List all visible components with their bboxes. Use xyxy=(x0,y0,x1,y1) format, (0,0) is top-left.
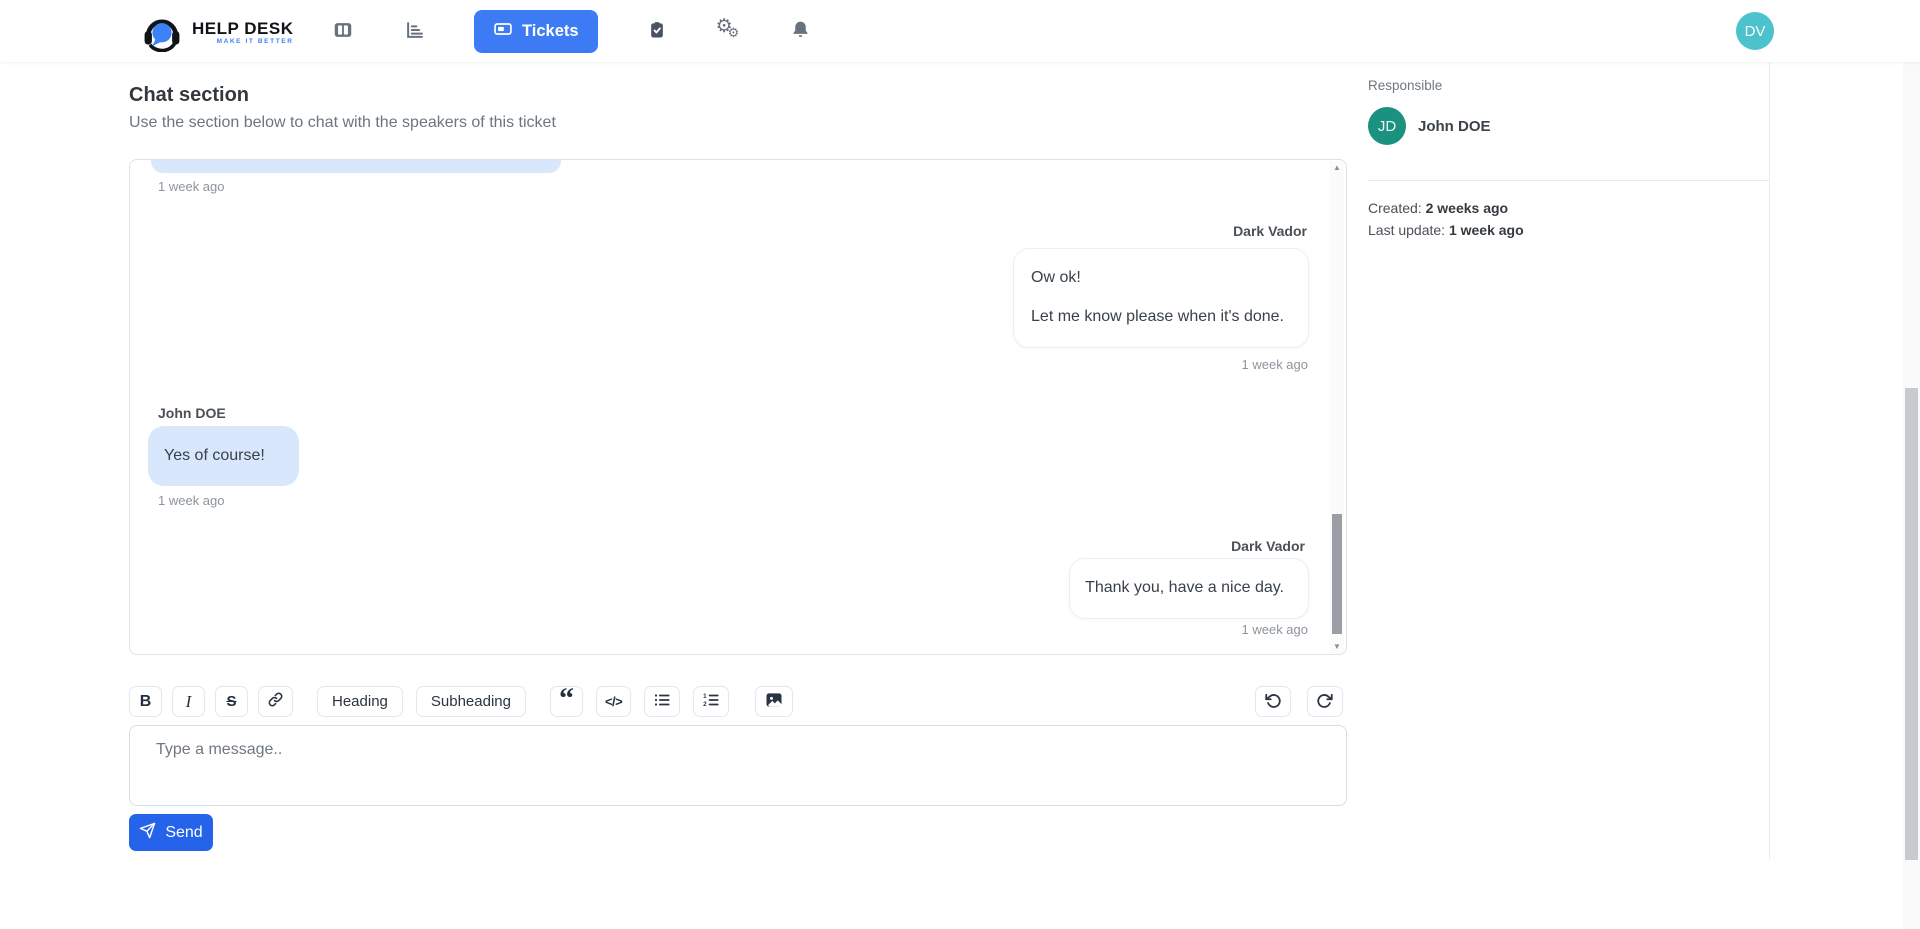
chat-bubble: Ow ok! Let me know please when it's done… xyxy=(1013,248,1309,348)
scroll-down-icon[interactable]: ▼ xyxy=(1330,642,1344,651)
ordered-list-icon: 1 2 xyxy=(702,691,720,713)
gears-icon: ⚙ ⚙ xyxy=(715,16,740,40)
blockquote-button[interactable]: “ xyxy=(549,681,583,717)
image-icon xyxy=(764,690,784,714)
responsible-initials: JD xyxy=(1377,117,1397,135)
message-line: Thank you, have a nice day. xyxy=(1085,579,1284,596)
responsible-avatar: JD xyxy=(1368,107,1406,145)
nav-tasks-button[interactable] xyxy=(644,18,670,44)
chat-bubble: Thank you, have a nice day. xyxy=(1069,558,1309,619)
page-title: Chat section xyxy=(129,84,250,106)
bold-button[interactable]: B xyxy=(129,686,162,717)
link-button[interactable] xyxy=(258,686,293,717)
responsible-name: John DOE xyxy=(1418,117,1491,135)
message-line: Ow ok! xyxy=(1031,269,1081,286)
insert-image-button[interactable] xyxy=(755,686,794,717)
nav-tickets-button[interactable]: Tickets xyxy=(474,9,598,53)
user-avatar[interactable]: DV xyxy=(1736,12,1774,50)
main-nav: Tickets ⚙ ⚙ xyxy=(330,0,814,62)
responsible-user[interactable]: JD John DOE xyxy=(1368,107,1769,145)
created-row: Created: 2 weeks ago xyxy=(1368,200,1508,216)
message-input[interactable] xyxy=(129,725,1347,806)
svg-text:2: 2 xyxy=(703,701,707,708)
code-button[interactable]: </> xyxy=(595,686,632,717)
page-scrollbar-thumb[interactable] xyxy=(1905,388,1918,860)
last-update-label: Last update: xyxy=(1368,222,1446,238)
chat-scrollbar-thumb[interactable] xyxy=(1332,514,1342,634)
code-icon: </> xyxy=(604,694,623,709)
ticket-icon xyxy=(493,19,513,44)
redo-icon xyxy=(1316,691,1334,713)
last-update-value: 1 week ago xyxy=(1448,222,1524,238)
bar-chart-icon xyxy=(404,19,426,44)
last-update-row: Last update: 1 week ago xyxy=(1368,222,1524,238)
message-timestamp: 1 week ago xyxy=(158,493,225,508)
chat-history-panel[interactable]: 1 week ago Dark Vador Ow ok! Let me know… xyxy=(129,159,1347,655)
brand-logo[interactable]: HELP DESK MAKE IT BETTER xyxy=(140,8,294,57)
message-sender: John DOE xyxy=(158,405,226,421)
headset-logo-icon xyxy=(140,8,184,57)
link-icon xyxy=(267,691,284,712)
brand-title: HELP DESK xyxy=(192,19,294,38)
nav-tickets-label: Tickets xyxy=(522,21,579,40)
redo-button[interactable] xyxy=(1307,686,1343,717)
main-content: Chat section Use the section below to ch… xyxy=(129,62,1347,867)
quote-icon: “ xyxy=(558,681,574,715)
ticket-details-sidebar: Responsible JD John DOE Created: 2 weeks… xyxy=(1368,62,1770,860)
editor-toolbar: B I S Heading Subheading “ </> 1 2 xyxy=(129,681,1347,717)
message-timestamp: 1 week ago xyxy=(1241,357,1309,372)
send-label: Send xyxy=(165,823,203,841)
undo-button[interactable] xyxy=(1255,686,1291,717)
columns-icon xyxy=(332,19,354,44)
send-icon xyxy=(139,822,156,844)
bullet-list-icon xyxy=(653,691,671,713)
bell-icon xyxy=(790,19,811,43)
scroll-up-icon[interactable]: ▲ xyxy=(1330,163,1344,172)
subheading-button[interactable]: Subheading xyxy=(415,686,526,717)
message-line: Yes of course! xyxy=(164,447,265,464)
chat-bubble: Yes of course! xyxy=(148,426,299,486)
nav-boards-button[interactable] xyxy=(330,18,356,44)
page-subtitle: Use the section below to chat with the s… xyxy=(129,114,556,131)
created-label: Created: xyxy=(1368,200,1422,216)
bullet-list-button[interactable] xyxy=(644,686,681,717)
message-sender: Dark Vador xyxy=(1233,223,1307,239)
send-button[interactable]: Send xyxy=(129,814,213,851)
page-scrollbar[interactable] xyxy=(1903,0,1920,929)
nav-settings-button[interactable]: ⚙ ⚙ xyxy=(715,16,742,44)
message-timestamp: 1 week ago xyxy=(1241,622,1309,637)
ordered-list-button[interactable]: 1 2 xyxy=(693,686,730,717)
strikethrough-button[interactable]: S xyxy=(215,686,248,717)
heading-button[interactable]: Heading xyxy=(317,686,403,717)
undo-icon xyxy=(1264,691,1282,713)
top-navbar: HELP DESK MAKE IT BETTER Tickets ⚙ ⚙ DV xyxy=(0,0,1920,62)
brand-tagline: MAKE IT BETTER xyxy=(216,38,294,45)
message-line: Let me know please when it's done. xyxy=(1031,308,1284,325)
nav-stats-button[interactable] xyxy=(402,18,428,44)
clipboard-check-icon xyxy=(647,20,667,43)
chat-bubble-partial xyxy=(151,160,561,173)
italic-button[interactable]: I xyxy=(172,686,205,717)
created-value: 2 weeks ago xyxy=(1425,200,1509,216)
nav-notifications-button[interactable] xyxy=(788,18,814,44)
responsible-label: Responsible xyxy=(1368,78,1443,93)
sidebar-divider xyxy=(1368,180,1770,181)
svg-text:1: 1 xyxy=(703,692,707,699)
user-initials: DV xyxy=(1744,22,1766,40)
message-sender: Dark Vador xyxy=(1231,538,1305,554)
chat-scrollbar[interactable]: ▲ ▼ xyxy=(1330,161,1344,653)
message-timestamp: 1 week ago xyxy=(158,179,225,194)
